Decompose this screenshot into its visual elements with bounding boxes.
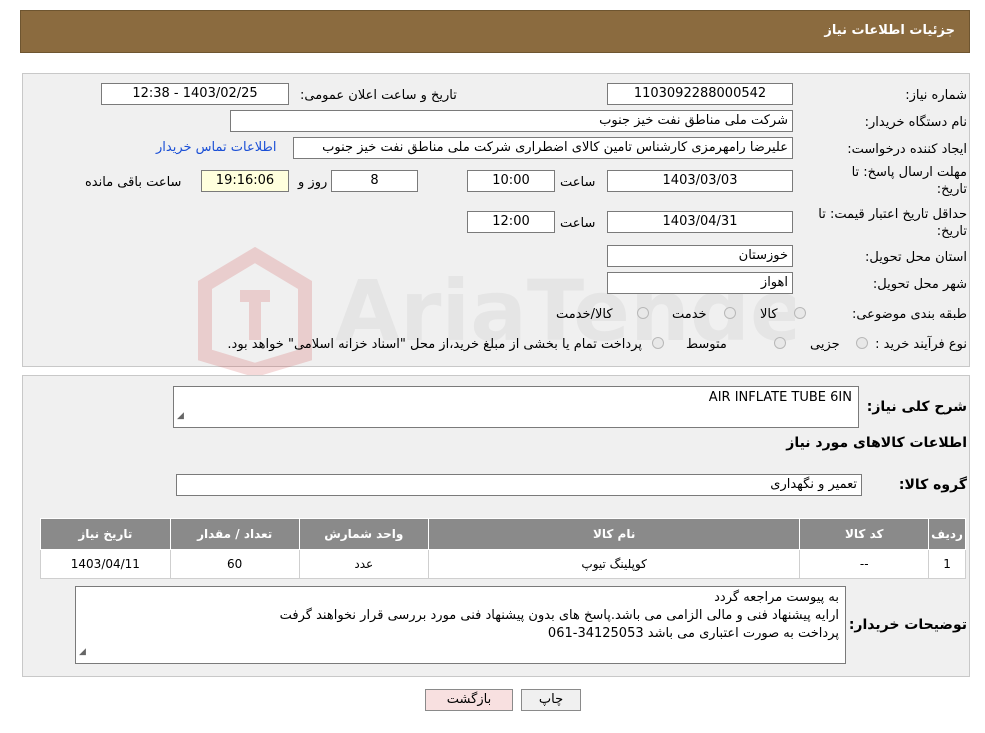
validity-time-label: ساعت <box>560 216 596 231</box>
city-field: اهواز <box>607 272 793 294</box>
table-header-row: ردیف کد کالا نام کالا واحد شمارش تعداد /… <box>40 518 966 550</box>
deadline-label: مهلت ارسال پاسخ: تا <box>851 165 967 180</box>
remaining-time-field: 19:16:06 <box>201 170 289 192</box>
category-radio-goods[interactable] <box>794 307 806 319</box>
need-number-field: 1103092288000542 <box>607 83 793 105</box>
items-title: اطلاعات کالاهای مورد نیاز <box>786 435 967 451</box>
cell-name: کوپلینگ تیوپ <box>427 549 801 579</box>
group-field: تعمیر و نگهداری <box>176 474 862 496</box>
notes-line: پرداخت به صورت اعتباری می باشد 34125053-… <box>547 626 839 641</box>
col-code-header: کد کالا <box>799 518 930 550</box>
deadline-date-field: 1403/03/03 <box>607 170 793 192</box>
notes-line: ارایه پیشنهاد فنی و مالی الزامی می باشد.… <box>279 608 839 623</box>
province-label: استان محل تحویل: <box>865 250 967 265</box>
validity-time-field: 12:00 <box>467 211 555 233</box>
need-number-label: شماره نیاز: <box>905 88 967 103</box>
deadline-label-date: تاریخ: <box>936 182 967 197</box>
process-note: پرداخت تمام یا بخشی از مبلغ خرید،از محل … <box>227 337 642 352</box>
process-option-minor: جزیی <box>810 337 840 352</box>
category-option-goods-service: کالا/خدمت <box>556 307 613 322</box>
process-option-medium: متوسط <box>686 337 727 352</box>
city-label: شهر محل تحویل: <box>872 277 967 292</box>
days-label: روز و <box>298 175 328 190</box>
resize-grip-icon[interactable]: ◢ <box>177 407 184 425</box>
process-label: نوع فرآیند خرید : <box>875 337 967 352</box>
notes-label: توضیحات خریدار: <box>848 617 967 633</box>
category-option-service: خدمت <box>672 307 707 322</box>
category-option-goods: کالا <box>760 307 778 322</box>
validity-date-field: 1403/04/31 <box>607 211 793 233</box>
creator-field: علیرضا رامهرمزی کارشناس تامین کالای اضطر… <box>293 137 793 159</box>
buyer-field: شرکت ملی مناطق نفت خیز جنوب <box>230 110 793 132</box>
cell-row: 1 <box>928 549 966 579</box>
validity-label-date: تاریخ: <box>936 224 967 239</box>
cell-qty: 60 <box>169 549 300 579</box>
summary-field: AIR INFLATE TUBE 6IN ◢ <box>173 386 859 428</box>
announce-date-label: تاریخ و ساعت اعلان عمومی: <box>300 88 457 103</box>
category-radio-service[interactable] <box>724 307 736 319</box>
summary-text: AIR INFLATE TUBE 6IN <box>708 390 852 405</box>
col-row-header: ردیف <box>928 518 966 550</box>
province-field: خوزستان <box>607 245 793 267</box>
summary-label: شرح کلی نیاز: <box>866 399 967 415</box>
table-row: 1 -- کوپلینگ تیوپ عدد 60 1403/04/11 <box>40 549 966 579</box>
resize-grip-icon[interactable]: ◢ <box>79 643 86 661</box>
col-unit-header: واحد شمارش <box>298 518 429 550</box>
announce-date-field: 1403/02/25 - 12:38 <box>101 83 289 105</box>
cell-code: -- <box>799 549 930 579</box>
process-radio-medium[interactable] <box>774 337 786 349</box>
print-button[interactable]: چاپ <box>521 689 581 711</box>
buyer-label: نام دستگاه خریدار: <box>864 115 967 130</box>
deadline-time-label: ساعت <box>560 175 596 190</box>
remaining-time-label: ساعت باقی مانده <box>85 175 182 190</box>
page-header: جزئیات اطلاعات نیاز <box>20 10 970 53</box>
notes-line: به پیوست مراجعه گردد <box>714 590 839 605</box>
category-radio-goods-service[interactable] <box>637 307 649 319</box>
days-remaining-field: 8 <box>331 170 418 192</box>
notes-field: به پیوست مراجعه گردد ارایه پیشنهاد فنی و… <box>75 586 846 664</box>
process-note-checkbox[interactable] <box>652 337 664 349</box>
validity-label: حداقل تاریخ اعتبار قیمت: تا <box>818 207 967 222</box>
category-label: طبقه بندی موضوعی: <box>851 307 967 322</box>
col-name-header: نام کالا <box>427 518 801 550</box>
col-qty-header: تعداد / مقدار <box>169 518 300 550</box>
col-date-header: تاریخ نیاز <box>40 518 171 550</box>
cell-unit: عدد <box>298 549 429 579</box>
creator-label: ایجاد کننده درخواست: <box>847 142 967 157</box>
group-label: گروه کالا: <box>898 477 967 493</box>
back-button[interactable]: بازگشت <box>425 689 513 711</box>
cell-date: 1403/04/11 <box>40 549 171 579</box>
process-radio-minor[interactable] <box>856 337 868 349</box>
page-title: جزئیات اطلاعات نیاز <box>824 23 955 38</box>
deadline-time-field: 10:00 <box>467 170 555 192</box>
buyer-contact-link[interactable]: اطلاعات تماس خریدار <box>156 140 276 155</box>
items-table: ردیف کد کالا نام کالا واحد شمارش تعداد /… <box>40 518 966 579</box>
